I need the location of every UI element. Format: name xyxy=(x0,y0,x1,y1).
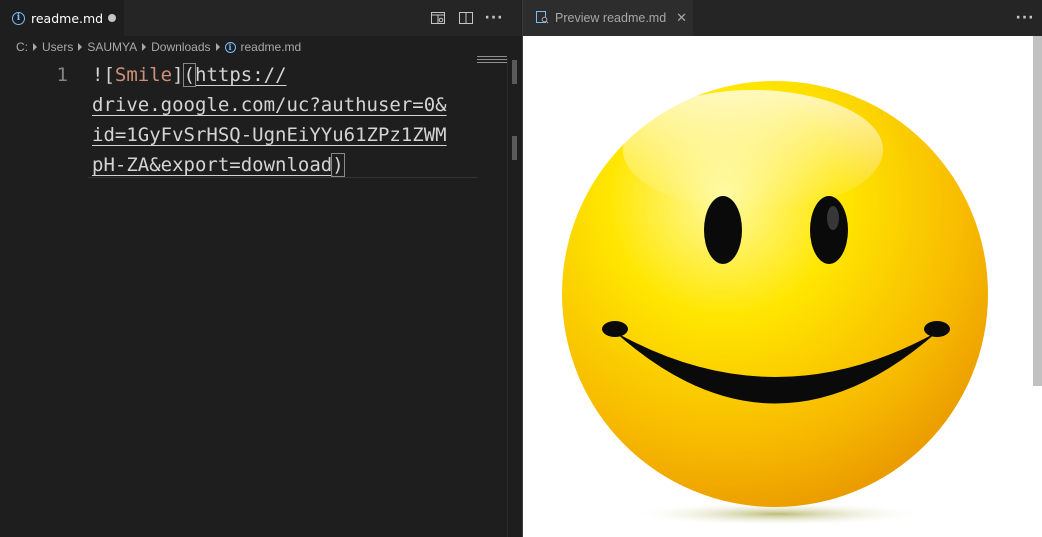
scrollbar-marker xyxy=(512,60,517,84)
markdown-image-prefix: ![ xyxy=(92,64,115,86)
markdown-url-line[interactable]: id=1GyFvSrHSQ-UgnEiYYu61ZPz1ZWM xyxy=(92,124,447,146)
tab-preview-readme[interactable]: Preview readme.md ✕ xyxy=(523,0,693,36)
chevron-right-icon xyxy=(142,43,147,51)
tab-label: readme.md xyxy=(31,10,104,26)
info-icon: i xyxy=(224,41,236,53)
markdown-alt-text: Smile xyxy=(114,64,173,86)
code-line[interactable]: ![Smile](https:// drive.google.com/uc?au… xyxy=(92,60,447,180)
editor-tabbar: i readme.md ··· xyxy=(0,0,521,36)
editor-actions: ··· xyxy=(424,0,508,36)
preview-scrollbar[interactable] xyxy=(1033,36,1042,386)
more-actions-icon[interactable]: ··· xyxy=(1011,6,1039,30)
breadcrumb: C: Users SAUMYA Downloads i readme.md xyxy=(0,36,521,58)
breadcrumb-item[interactable]: C: xyxy=(16,40,28,54)
editor-scrollbar[interactable] xyxy=(507,58,521,537)
preview-icon xyxy=(535,9,549,28)
unsaved-dot-icon[interactable] xyxy=(108,14,116,22)
tab-readme[interactable]: i readme.md xyxy=(0,0,124,36)
info-icon: i xyxy=(12,11,25,25)
markdown-url-line[interactable]: pH-ZA&export=download xyxy=(92,154,332,176)
breadcrumb-item[interactable]: SAUMYA xyxy=(87,40,137,54)
scrollbar-marker xyxy=(512,136,517,160)
editor-group: i readme.md ··· C: Users SAUMYA Download… xyxy=(0,0,521,537)
open-preview-side-icon[interactable] xyxy=(424,6,452,30)
breadcrumb-item[interactable]: Downloads xyxy=(151,40,210,54)
close-icon[interactable]: ✕ xyxy=(676,11,687,26)
more-actions-icon[interactable]: ··· xyxy=(480,6,508,30)
tab-label: Preview readme.md xyxy=(555,11,667,25)
split-editor-icon[interactable] xyxy=(452,6,480,30)
preview-group: Preview readme.md ✕ ··· xyxy=(522,0,1042,537)
chevron-right-icon xyxy=(78,43,83,51)
markdown-url-line[interactable]: drive.google.com/uc?authuser=0& xyxy=(92,94,447,116)
breadcrumb-item[interactable]: Users xyxy=(42,40,73,54)
markdown-preview[interactable] xyxy=(523,36,1042,537)
line-number: 1 xyxy=(56,64,68,86)
minimap[interactable] xyxy=(477,56,507,66)
preview-tabbar: Preview readme.md ✕ ··· xyxy=(523,0,1042,36)
markdown-link-open: ]( xyxy=(172,63,197,87)
smiley-face-image xyxy=(562,81,988,526)
chevron-right-icon xyxy=(215,43,220,51)
markdown-url-line[interactable]: https:// xyxy=(195,64,287,86)
preview-actions: ··· xyxy=(1011,0,1039,36)
bracket: ] xyxy=(172,64,184,86)
chevron-right-icon xyxy=(33,43,37,51)
matching-bracket: ) xyxy=(331,153,345,177)
breadcrumb-item[interactable]: readme.md xyxy=(241,40,302,54)
matching-bracket: ( xyxy=(182,63,197,87)
